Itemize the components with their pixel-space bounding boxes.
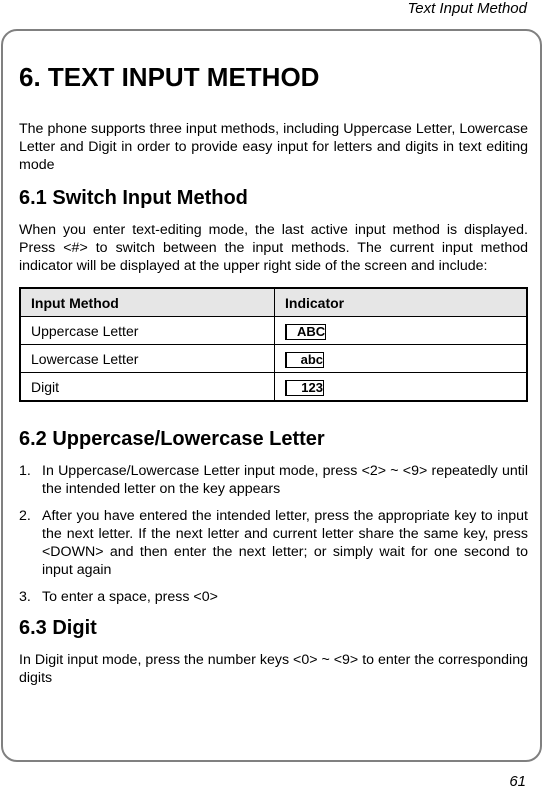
table-header-row: Input Method Indicator <box>19 287 528 317</box>
section-title-upper-lower: 6.2 Uppercase/Lowercase Letter <box>19 428 325 450</box>
uppercase-indicator-icon: ABC <box>285 323 327 340</box>
page-number: 61 <box>509 773 526 790</box>
section-title-switch-input: 6.1 Switch Input Method <box>19 187 248 209</box>
section-body-switch-input: When you enter text-editing mode, the la… <box>19 222 528 274</box>
chapter-title: 6. TEXT INPUT METHOD <box>19 62 320 92</box>
digit-indicator-icon: 123 <box>285 379 324 396</box>
table-row: Lowercase Letter abc <box>19 344 528 373</box>
list-item: 1. In Uppercase/Lowercase Letter input m… <box>19 462 528 498</box>
indicator-cell: 123 <box>274 372 528 402</box>
column-header-input-method: Input Method <box>19 287 275 317</box>
list-item: 3. To enter a space, press <0> <box>19 588 528 606</box>
indicator-cell: ABC <box>274 316 528 345</box>
list-item-text: To enter a space, press <0> <box>42 589 218 605</box>
running-header: Text Input Method <box>407 0 527 17</box>
instruction-list: 1. In Uppercase/Lowercase Letter input m… <box>19 462 528 606</box>
intro-paragraph: The phone supports three input methods, … <box>19 121 528 173</box>
list-item-number: 1. <box>19 463 31 479</box>
list-item: 2. After you have entered the intended l… <box>19 507 528 579</box>
page-content: 6. TEXT INPUT METHOD The phone supports … <box>19 60 528 687</box>
method-cell: Uppercase Letter <box>19 316 275 345</box>
method-cell: Digit <box>19 372 275 402</box>
table-row: Uppercase Letter ABC <box>19 316 528 345</box>
table-row: Digit 123 <box>19 372 528 402</box>
list-item-text: After you have entered the intended lett… <box>42 508 528 578</box>
section-body-digit: In Digit input mode, press the number ke… <box>19 652 528 686</box>
method-cell: Lowercase Letter <box>19 344 275 373</box>
list-item-number: 2. <box>19 508 31 524</box>
input-method-table: Input Method Indicator Uppercase Letter … <box>19 287 528 402</box>
indicator-cell: abc <box>274 344 528 373</box>
list-item-text: In Uppercase/Lowercase Letter input mode… <box>42 463 528 497</box>
lowercase-indicator-icon: abc <box>285 351 324 368</box>
list-item-number: 3. <box>19 589 31 605</box>
column-header-indicator: Indicator <box>274 287 528 317</box>
section-title-digit: 6.3 Digit <box>19 617 97 639</box>
